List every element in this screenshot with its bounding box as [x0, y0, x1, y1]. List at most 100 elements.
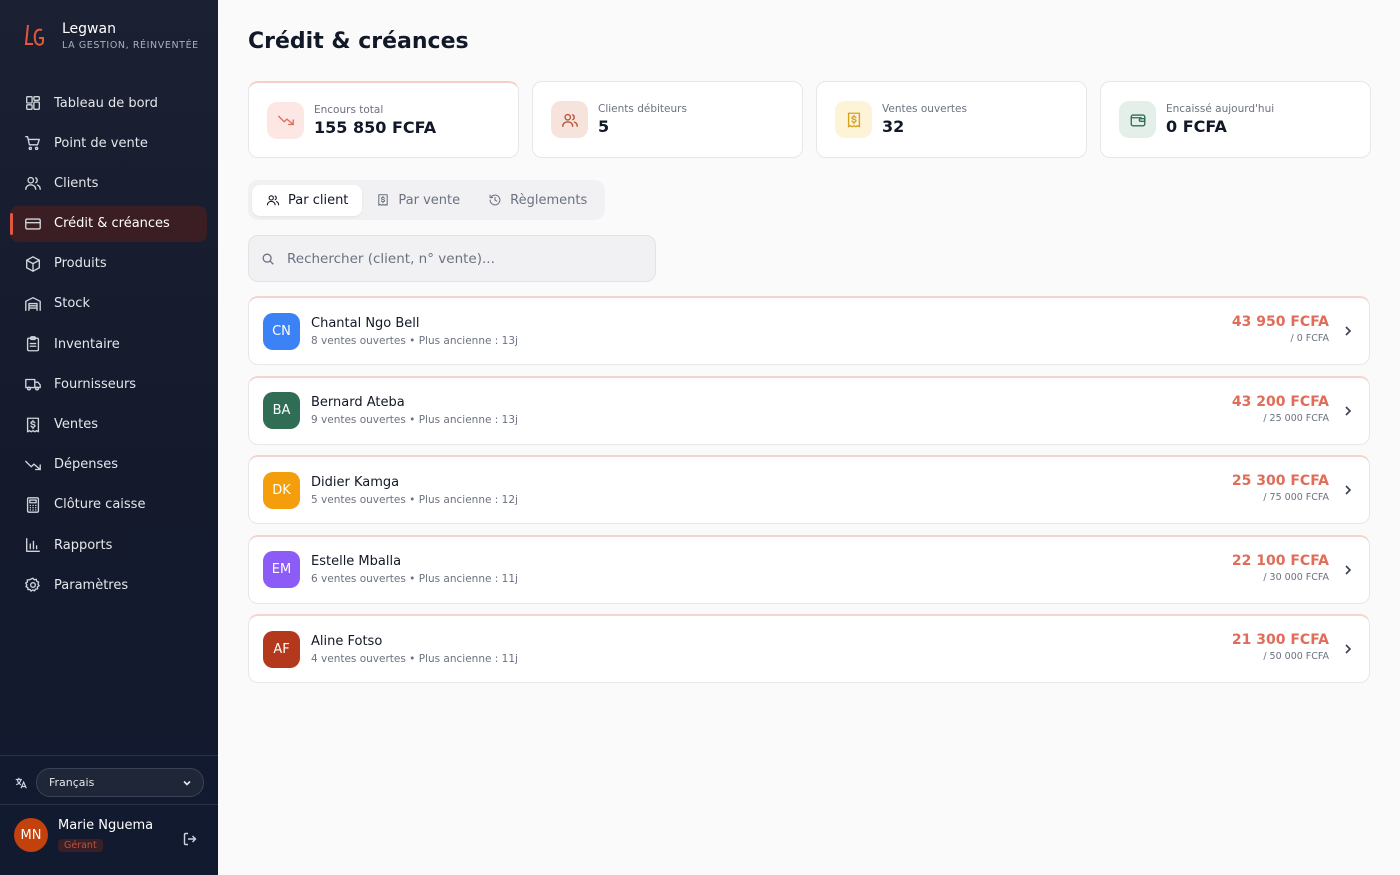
wallet-icon [1130, 113, 1145, 127]
box-icon-wrap [24, 255, 42, 273]
brand-tagline: LA GESTION, RÉINVENTÉE [62, 40, 199, 51]
client-name: Didier Kamga [311, 474, 400, 490]
client-meta: 4 ventes ouvertes • Plus ancienne : 11j [311, 652, 518, 665]
tab-par-vente[interactable]: Par vente [362, 185, 474, 216]
client-meta: 9 ventes ouvertes • Plus ancienne : 13j [311, 414, 518, 426]
sidebar-item-credit-creances[interactable]: Crédit & créances [10, 205, 207, 242]
list-item[interactable]: BA Bernard Ateba 9 ventes ouvertes • Plus … [248, 375, 1370, 445]
avatar: EM [263, 551, 300, 588]
receipt-icon [378, 194, 389, 206]
truck-icon [25, 379, 41, 391]
brand-name: Legwan [62, 21, 116, 37]
sidebar-item-inventaire[interactable]: Inventaire [10, 326, 207, 362]
view-tabs: Par client Par vente Règlements [248, 180, 606, 220]
search-icon [262, 253, 274, 265]
trending-down-icon-wrap [24, 456, 42, 474]
sidebar-item-parametres[interactable]: Paramètres [10, 567, 207, 603]
chevron-right-icon [1345, 644, 1352, 654]
kpi-value: 32 [882, 117, 905, 136]
sidebar-item-cloture-caisse[interactable]: Clôture caisse [10, 487, 207, 523]
sidebar-item-label: Ventes [54, 417, 98, 432]
kpi-label: Encours total [314, 103, 384, 116]
avatar: BA [263, 392, 300, 429]
paid-amount: / 75 000 FCFA [1263, 492, 1329, 503]
language-selected: Français [49, 776, 95, 789]
brand[interactable]: Legwan LA GESTION, RÉINVENTÉE [22, 20, 199, 52]
warehouse-icon [25, 296, 41, 311]
logout-icon[interactable] [182, 831, 198, 847]
sidebar-item-label: Tableau de bord [54, 95, 158, 111]
paid-amount: / 25 000 FCFA [1263, 412, 1329, 424]
users-icon [25, 177, 41, 191]
sidebar-item-tableau-de-bord[interactable]: Tableau de bord [10, 85, 207, 121]
chevron-down-icon [183, 780, 191, 786]
bar-chart-icon-wrap [24, 536, 42, 554]
avatar: CN [263, 312, 300, 350]
credit-card-icon [25, 217, 41, 230]
kpi-cards: Encours total 155 850 FCFA Clients débiteu… [248, 81, 1371, 158]
truck-icon-wrap [24, 375, 42, 393]
sidebar-item-label: Stock [54, 296, 90, 312]
trending-down-icon [25, 460, 41, 470]
kpi-value: 0 FCFA [1166, 117, 1227, 136]
receipt-icon-wrap [24, 416, 42, 434]
dashboard-icon [26, 96, 40, 110]
kpi-card: Clients débiteurs 5 [532, 81, 803, 158]
chevron-right-icon [1345, 485, 1352, 495]
user-profile: MN Marie Nguema Gérant [14, 818, 204, 852]
kpi-label: Ventes ouvertes [882, 103, 967, 115]
sidebar-item-produits[interactable]: Produits [10, 246, 207, 282]
kpi-card: Encaissé aujourd'hui 0 FCFA [1100, 81, 1371, 158]
kpi-value: 155 850 FCFA [314, 117, 437, 137]
kpi-card: Ventes ouvertes 32 [816, 81, 1087, 158]
user-role-badge: Gérant [58, 839, 103, 852]
sidebar-item-rapports[interactable]: Rapports [10, 527, 207, 563]
sidebar-item-fournisseurs[interactable]: Fournisseurs [10, 366, 207, 402]
outstanding-amount: 43 950 FCFA [1231, 314, 1329, 330]
sidebar-item-label: Clôture caisse [54, 497, 146, 513]
language-switcher: Français [14, 768, 204, 797]
list-item[interactable]: CN Chantal Ngo Bell 8 ventes ouvertes • Pl… [248, 296, 1370, 365]
kpi-icon-badge [1119, 101, 1156, 138]
cart-icon [25, 136, 40, 151]
outstanding-amount: 22 100 FCFA [1231, 552, 1329, 569]
calculator-icon [26, 497, 40, 513]
receipt-icon [26, 417, 40, 432]
avatar: DK [263, 471, 300, 509]
sidebar-item-depenses[interactable]: Dépenses [10, 447, 207, 483]
tab-label: Règlements [510, 192, 588, 208]
users-icon [266, 195, 280, 206]
language-select[interactable]: Français [36, 768, 204, 797]
tab-reglements[interactable]: Règlements [474, 185, 601, 216]
gear-icon-wrap [24, 576, 42, 594]
paid-amount: / 50 000 FCFA [1263, 651, 1329, 662]
gear-icon [25, 577, 40, 593]
cart-icon-wrap [24, 134, 42, 152]
list-item[interactable]: DK Didier Kamga 5 ventes ouvertes • Plus a… [248, 455, 1370, 524]
search-input[interactable] [287, 250, 647, 267]
box-icon [26, 255, 40, 272]
sidebar-item-label: Produits [54, 256, 107, 272]
tab-par-client[interactable]: Par client [252, 184, 363, 216]
client-name: Chantal Ngo Bell [311, 315, 420, 331]
sidebar-item-label: Paramètres [54, 577, 129, 593]
sidebar-item-point-de-vente[interactable]: Point de vente [10, 125, 207, 161]
kpi-label: Clients débiteurs [598, 103, 687, 115]
kpi-icon-badge [835, 101, 872, 138]
outstanding-amount: 25 300 FCFA [1231, 473, 1329, 489]
list-item[interactable]: EM Estelle Mballa 6 ventes ouvertes • Plus… [248, 534, 1370, 604]
kpi-card: Encours total 155 850 FCFA [248, 81, 519, 158]
sidebar-item-label: Rapports [54, 537, 113, 553]
sidebar-item-label: Point de vente [54, 135, 148, 151]
kpi-label: Encaissé aujourd'hui [1166, 103, 1275, 115]
sidebar-item-clients[interactable]: Clients [10, 165, 207, 201]
avatar[interactable]: MN [14, 818, 48, 852]
list-item[interactable]: AF Aline Fotso 4 ventes ouvertes • Plus an… [248, 614, 1370, 683]
search-bar [248, 235, 656, 282]
sidebar-item-stock[interactable]: Stock [10, 286, 207, 322]
page-title: Crédit & créances [248, 29, 469, 54]
main-navigation: Tableau de bord Point de vente Clients Créd… [10, 85, 207, 607]
client-name: Bernard Ateba [311, 395, 405, 410]
sidebar-item-ventes[interactable]: Ventes [10, 407, 207, 443]
tab-label: Par vente [398, 192, 461, 208]
